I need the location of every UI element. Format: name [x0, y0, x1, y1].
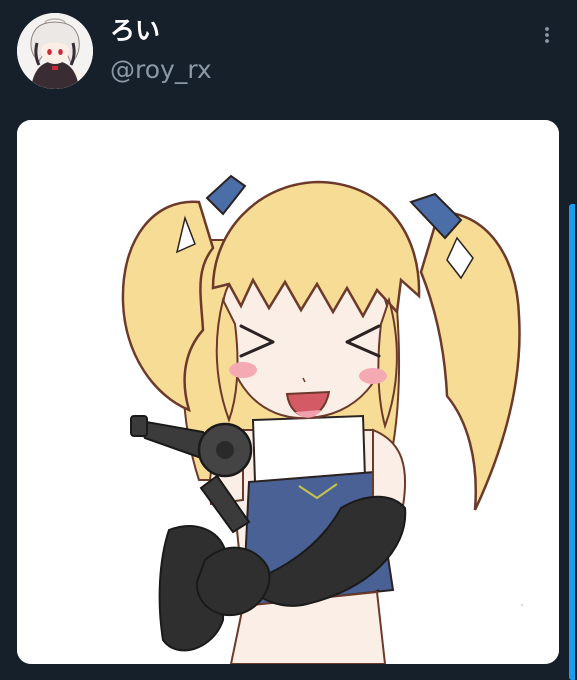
avatar[interactable] [17, 13, 93, 89]
more-vertical-icon [545, 27, 549, 43]
tweet-screen: ろい @roy_rx [0, 0, 577, 680]
anime-girl-illustration [17, 120, 559, 664]
scroll-indicator[interactable] [569, 204, 575, 680]
avatar-illustration [17, 13, 93, 89]
display-name[interactable]: ろい [110, 14, 160, 48]
more-options-button[interactable] [532, 20, 562, 50]
media-image[interactable] [17, 120, 559, 664]
user-handle[interactable]: @roy_rx [110, 53, 212, 87]
